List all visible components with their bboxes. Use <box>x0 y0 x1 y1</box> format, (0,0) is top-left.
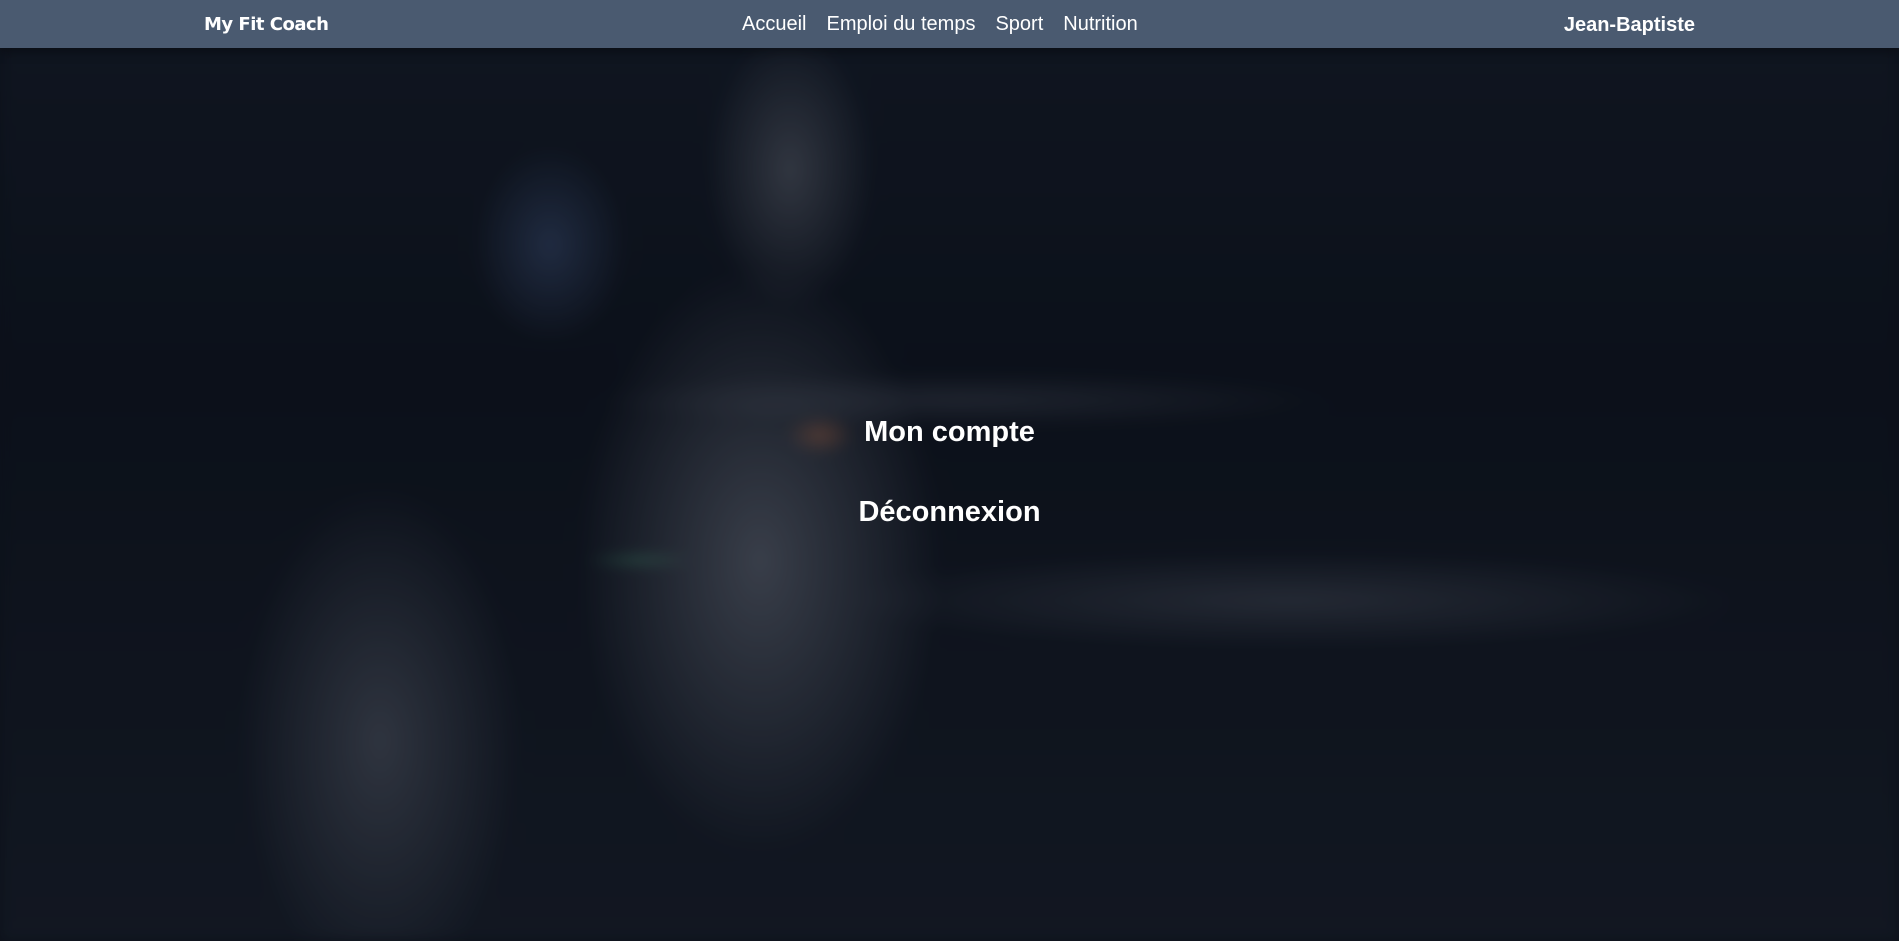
nav-link-accueil[interactable]: Accueil <box>742 13 806 36</box>
nav-link-emploi-du-temps[interactable]: Emploi du temps <box>826 13 975 36</box>
brand-logo[interactable]: My Fit Coach <box>204 0 329 48</box>
account-menu: Mon compte Déconnexion <box>0 410 1899 570</box>
main-nav: Accueil Emploi du temps Sport Nutrition <box>742 0 1138 48</box>
menu-item-mon-compte[interactable]: Mon compte <box>0 410 1899 454</box>
page: My Fit Coach Accueil Emploi du temps Spo… <box>0 0 1899 941</box>
navbar: My Fit Coach Accueil Emploi du temps Spo… <box>0 0 1899 48</box>
user-menu-toggle[interactable]: Jean-Baptiste <box>1564 0 1695 48</box>
nav-link-nutrition[interactable]: Nutrition <box>1063 13 1137 36</box>
menu-item-deconnexion[interactable]: Déconnexion <box>0 490 1899 534</box>
nav-link-sport[interactable]: Sport <box>995 13 1043 36</box>
